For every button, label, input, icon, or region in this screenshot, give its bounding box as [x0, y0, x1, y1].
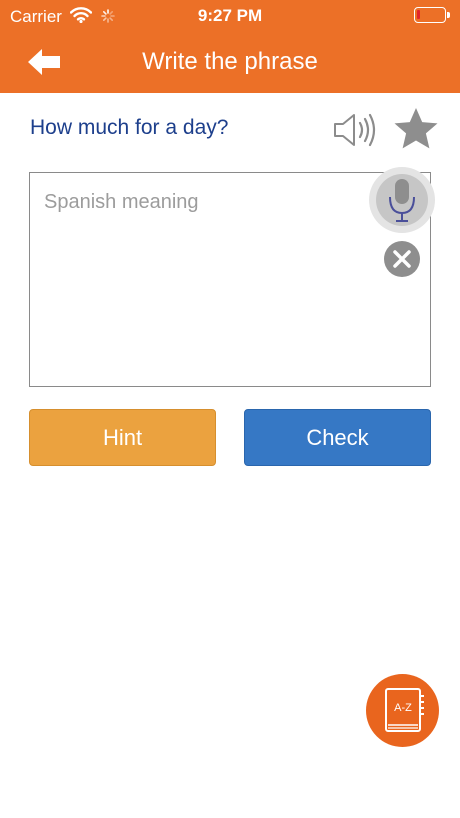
top-bar: Carrier 9:27 PM Write the phrase	[0, 0, 460, 93]
microphone-icon[interactable]	[368, 166, 436, 234]
dictionary-label: A-Z	[394, 702, 412, 714]
nav-bar: Write the phrase	[0, 32, 460, 93]
hint-button[interactable]: Hint	[29, 409, 216, 466]
phrase-text: How much for a day?	[30, 116, 229, 139]
battery-icon	[414, 7, 450, 23]
page-title: Write the phrase	[142, 48, 318, 75]
dictionary-button[interactable]: A-Z	[366, 674, 439, 747]
clock: 9:27 PM	[197, 6, 263, 25]
battery-level	[417, 10, 420, 19]
check-button[interactable]: Check	[244, 409, 431, 466]
answer-input[interactable]	[44, 191, 364, 371]
clear-icon[interactable]	[383, 240, 421, 278]
dictionary-book-icon: A-Z	[385, 688, 424, 732]
status-bar: Carrier 9:27 PM	[0, 0, 460, 32]
speaker-icon[interactable]	[332, 110, 382, 150]
star-icon[interactable]	[392, 106, 440, 152]
